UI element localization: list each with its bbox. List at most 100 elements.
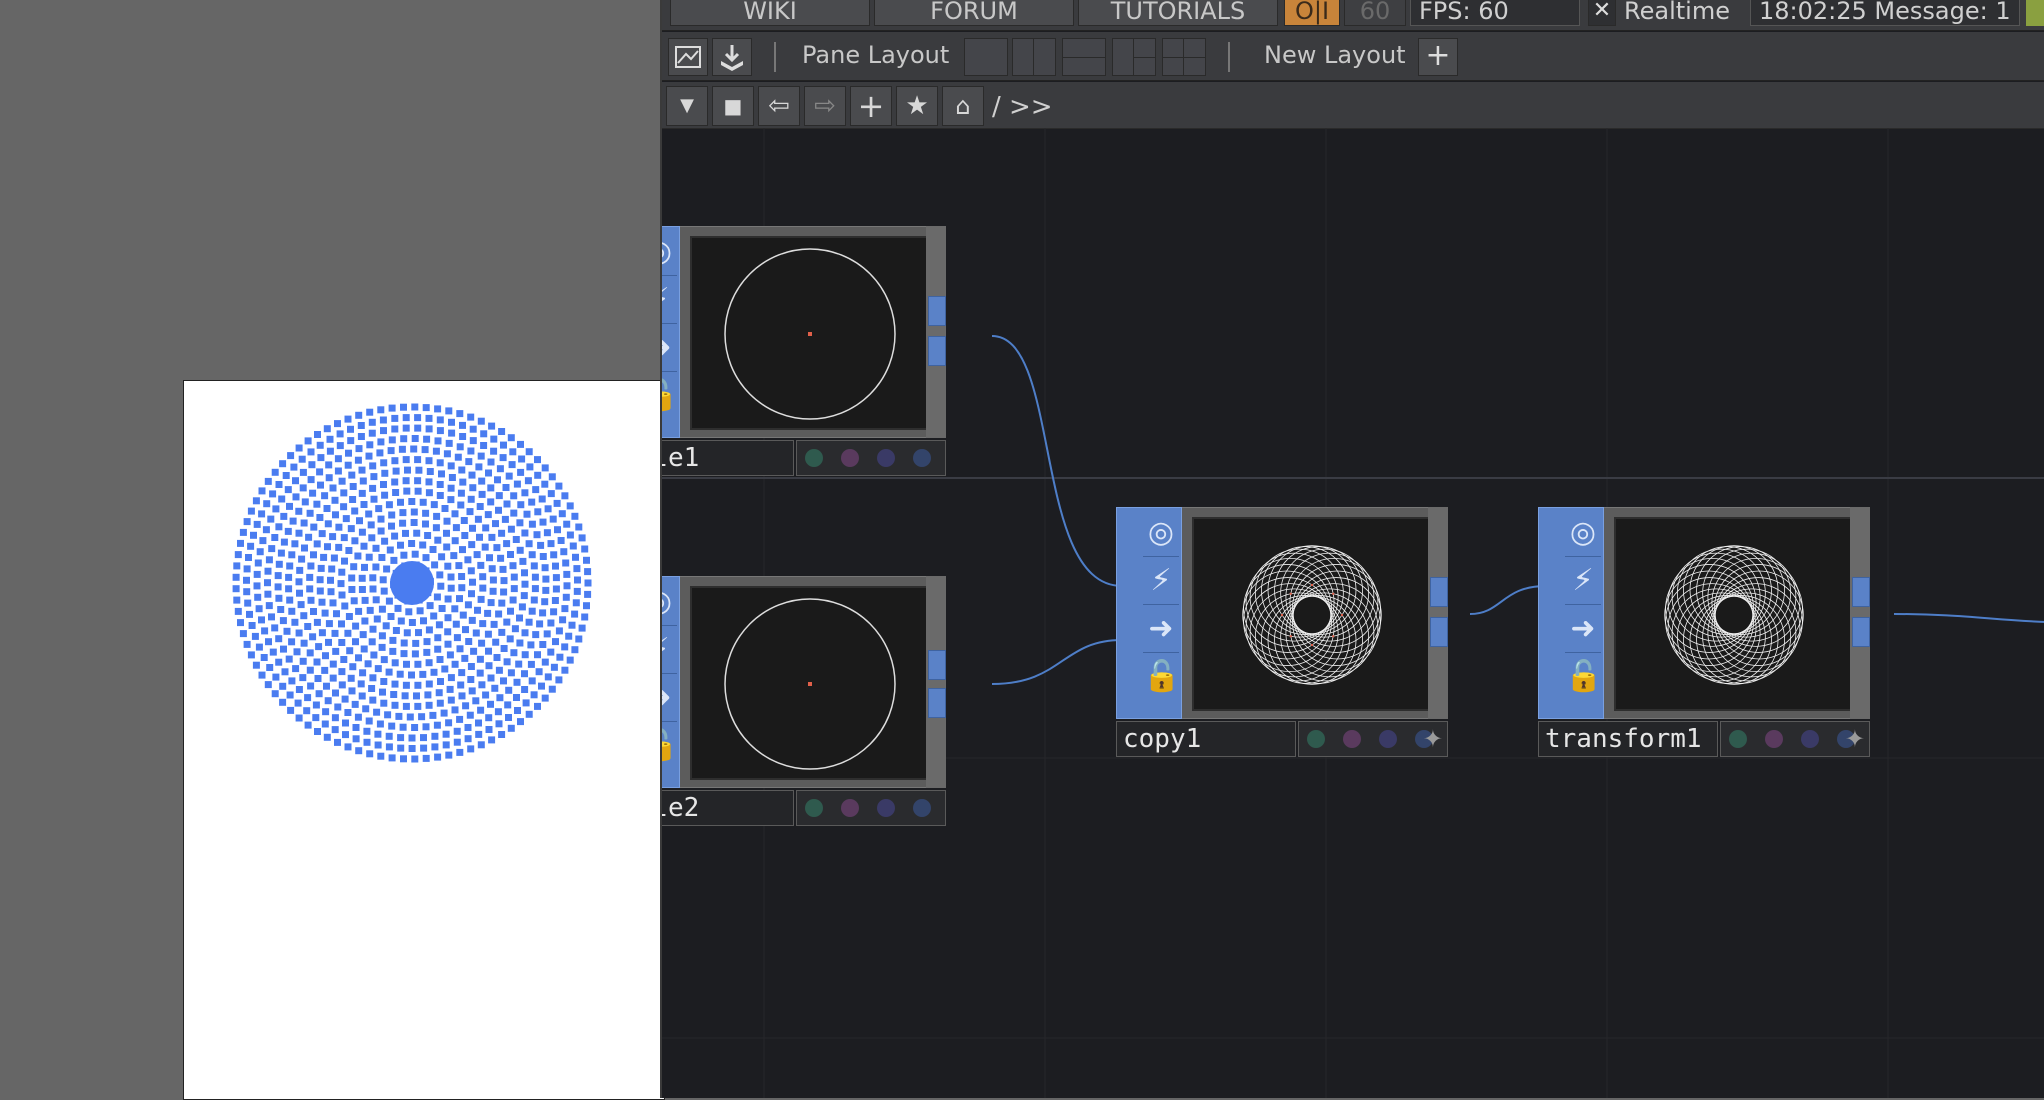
output-port[interactable]	[1430, 577, 1448, 607]
node-name[interactable]: copy1	[1116, 721, 1296, 757]
layout-single-button[interactable]	[964, 38, 1008, 76]
import-icon	[721, 45, 743, 71]
output-port[interactable]	[928, 336, 946, 366]
node-flag-dots: ✦	[1298, 721, 1448, 757]
node-viewer	[690, 586, 930, 780]
dot-navy[interactable]	[913, 799, 931, 817]
lock-icon[interactable]: 🔓	[1143, 654, 1180, 700]
bypass-arrow-icon[interactable]: ➜	[662, 325, 677, 372]
node-output-strip	[1428, 507, 1448, 719]
back-arrow-icon[interactable]: ⇦	[758, 86, 800, 126]
render-flag-icon[interactable]: ⚡	[662, 277, 677, 324]
display-flag-icon[interactable]: ◎	[662, 579, 677, 626]
tutorials-button[interactable]: TUTORIALS	[1078, 0, 1278, 26]
bypass-arrow-icon[interactable]: ➜	[1565, 606, 1601, 653]
dot-purple[interactable]	[1343, 730, 1361, 748]
display-flag-icon[interactable]: ◎	[662, 229, 677, 276]
realtime-checkbox[interactable]: ✕	[1588, 0, 1616, 26]
node-flags: ◎ ⚡ ➜ 🔓	[662, 576, 680, 788]
fps-readout: FPS: 60	[1410, 0, 1580, 26]
node-flags: ◎ ⚡ ➜ 🔓	[662, 226, 680, 438]
dot-purple[interactable]	[841, 799, 859, 817]
node-viewer	[1614, 517, 1854, 711]
navigation-bar: ▼ ■ ⇦ ⇨ + ★ ⌂ / >>	[662, 82, 2044, 129]
dot-navy[interactable]	[913, 449, 931, 467]
node-output-strip	[1850, 507, 1870, 719]
viewer-toggle-button[interactable]	[668, 38, 708, 76]
output-port[interactable]	[928, 296, 946, 326]
node-transform1[interactable]: ◎ ⚡ ➜ 🔓 transform1 ✦	[1538, 507, 1870, 757]
node-flag-dots: ✦	[1720, 721, 1870, 757]
network-path[interactable]: / >>	[992, 92, 1053, 122]
dot-purple[interactable]	[841, 449, 859, 467]
add-icon[interactable]: +	[850, 86, 892, 126]
chevron-down-icon[interactable]: ▼	[666, 86, 708, 126]
node-copy1[interactable]: ◎ ⚡ ➜ 🔓 copy1 ✦	[1116, 507, 1448, 757]
forum-button[interactable]: FORUM	[874, 0, 1074, 26]
bypass-arrow-icon[interactable]: ➜	[1143, 606, 1179, 653]
layout-split-horizontal-button[interactable]	[1062, 38, 1106, 76]
pattern-preview	[1242, 545, 1382, 685]
node-viewer	[1192, 517, 1432, 711]
top-menu-bar: WIKI FORUM TUTORIALS O|I 60 FPS: 60 ✕ Re…	[662, 0, 2044, 31]
node-name[interactable]: rcle2	[662, 790, 794, 826]
output-port[interactable]	[1852, 577, 1870, 607]
stop-icon[interactable]: ■	[712, 86, 754, 126]
pane-layout-label: Pane Layout	[802, 41, 950, 69]
dot-green[interactable]	[1307, 730, 1325, 748]
node-circle1[interactable]: ◎ ⚡ ➜ 🔓 rcle1	[662, 226, 946, 476]
forward-arrow-icon[interactable]: ⇨	[804, 86, 846, 126]
render-flag-icon[interactable]: ⚡	[1143, 558, 1179, 605]
home-icon[interactable]: ⌂	[942, 86, 984, 126]
output-render	[232, 403, 592, 763]
node-viewer	[690, 236, 930, 430]
lock-icon[interactable]: 🔓	[1565, 654, 1602, 700]
separator	[1228, 42, 1230, 72]
node-circle2[interactable]: ◎ ⚡ ➜ 🔓 rcle2	[662, 576, 946, 826]
fps-cap-field[interactable]: 60	[1344, 0, 1406, 26]
network-editor: WIKI FORUM TUTORIALS O|I 60 FPS: 60 ✕ Re…	[660, 0, 2044, 1098]
node-name[interactable]: rcle1	[662, 440, 794, 476]
dot-indigo[interactable]	[1379, 730, 1397, 748]
dot-purple[interactable]	[1765, 730, 1783, 748]
node-flag-dots	[796, 790, 946, 826]
layout-split-vertical-button[interactable]	[1012, 38, 1056, 76]
oi-button[interactable]: O|I	[1284, 0, 1340, 26]
output-port[interactable]	[928, 650, 946, 680]
output-port[interactable]	[928, 688, 946, 718]
dot-green[interactable]	[805, 799, 823, 817]
display-flag-icon[interactable]: ◎	[1565, 510, 1601, 557]
import-button[interactable]	[712, 38, 752, 76]
status-indicator	[2026, 0, 2044, 26]
dot-indigo[interactable]	[1801, 730, 1819, 748]
circle-preview	[724, 248, 896, 420]
dot-indigo[interactable]	[877, 799, 895, 817]
node-output-strip	[926, 576, 946, 788]
layout-three-pane-button[interactable]	[1112, 38, 1156, 76]
output-port[interactable]	[1430, 617, 1448, 647]
output-port[interactable]	[1852, 617, 1870, 647]
node-flags: ◎ ⚡ ➜ 🔓	[1538, 507, 1604, 719]
star-icon[interactable]: ✦	[1423, 723, 1443, 755]
dot-green[interactable]	[805, 449, 823, 467]
node-output-strip	[926, 226, 946, 438]
render-flag-icon[interactable]: ⚡	[1565, 558, 1601, 605]
pattern-preview	[1664, 545, 1804, 685]
add-layout-button[interactable]: +	[1418, 38, 1458, 76]
new-layout-label: New Layout	[1264, 41, 1406, 69]
layout-four-pane-button[interactable]	[1162, 38, 1206, 76]
star-icon[interactable]: ✦	[1845, 723, 1865, 755]
display-flag-icon[interactable]: ◎	[1143, 510, 1179, 557]
node-name[interactable]: transform1	[1538, 721, 1718, 757]
lock-icon[interactable]: 🔓	[662, 373, 678, 419]
viewer-icon	[675, 46, 701, 68]
render-flag-icon[interactable]: ⚡	[662, 627, 677, 674]
star-icon[interactable]: ★	[896, 86, 938, 126]
realtime-label: Realtime	[1624, 0, 1730, 25]
lock-icon[interactable]: 🔓	[662, 723, 678, 769]
wiki-button[interactable]: WIKI	[670, 0, 870, 26]
bypass-arrow-icon[interactable]: ➜	[662, 675, 677, 722]
message-field[interactable]: 18:02:25 Message: 1	[1750, 0, 2020, 26]
dot-green[interactable]	[1729, 730, 1747, 748]
dot-indigo[interactable]	[877, 449, 895, 467]
